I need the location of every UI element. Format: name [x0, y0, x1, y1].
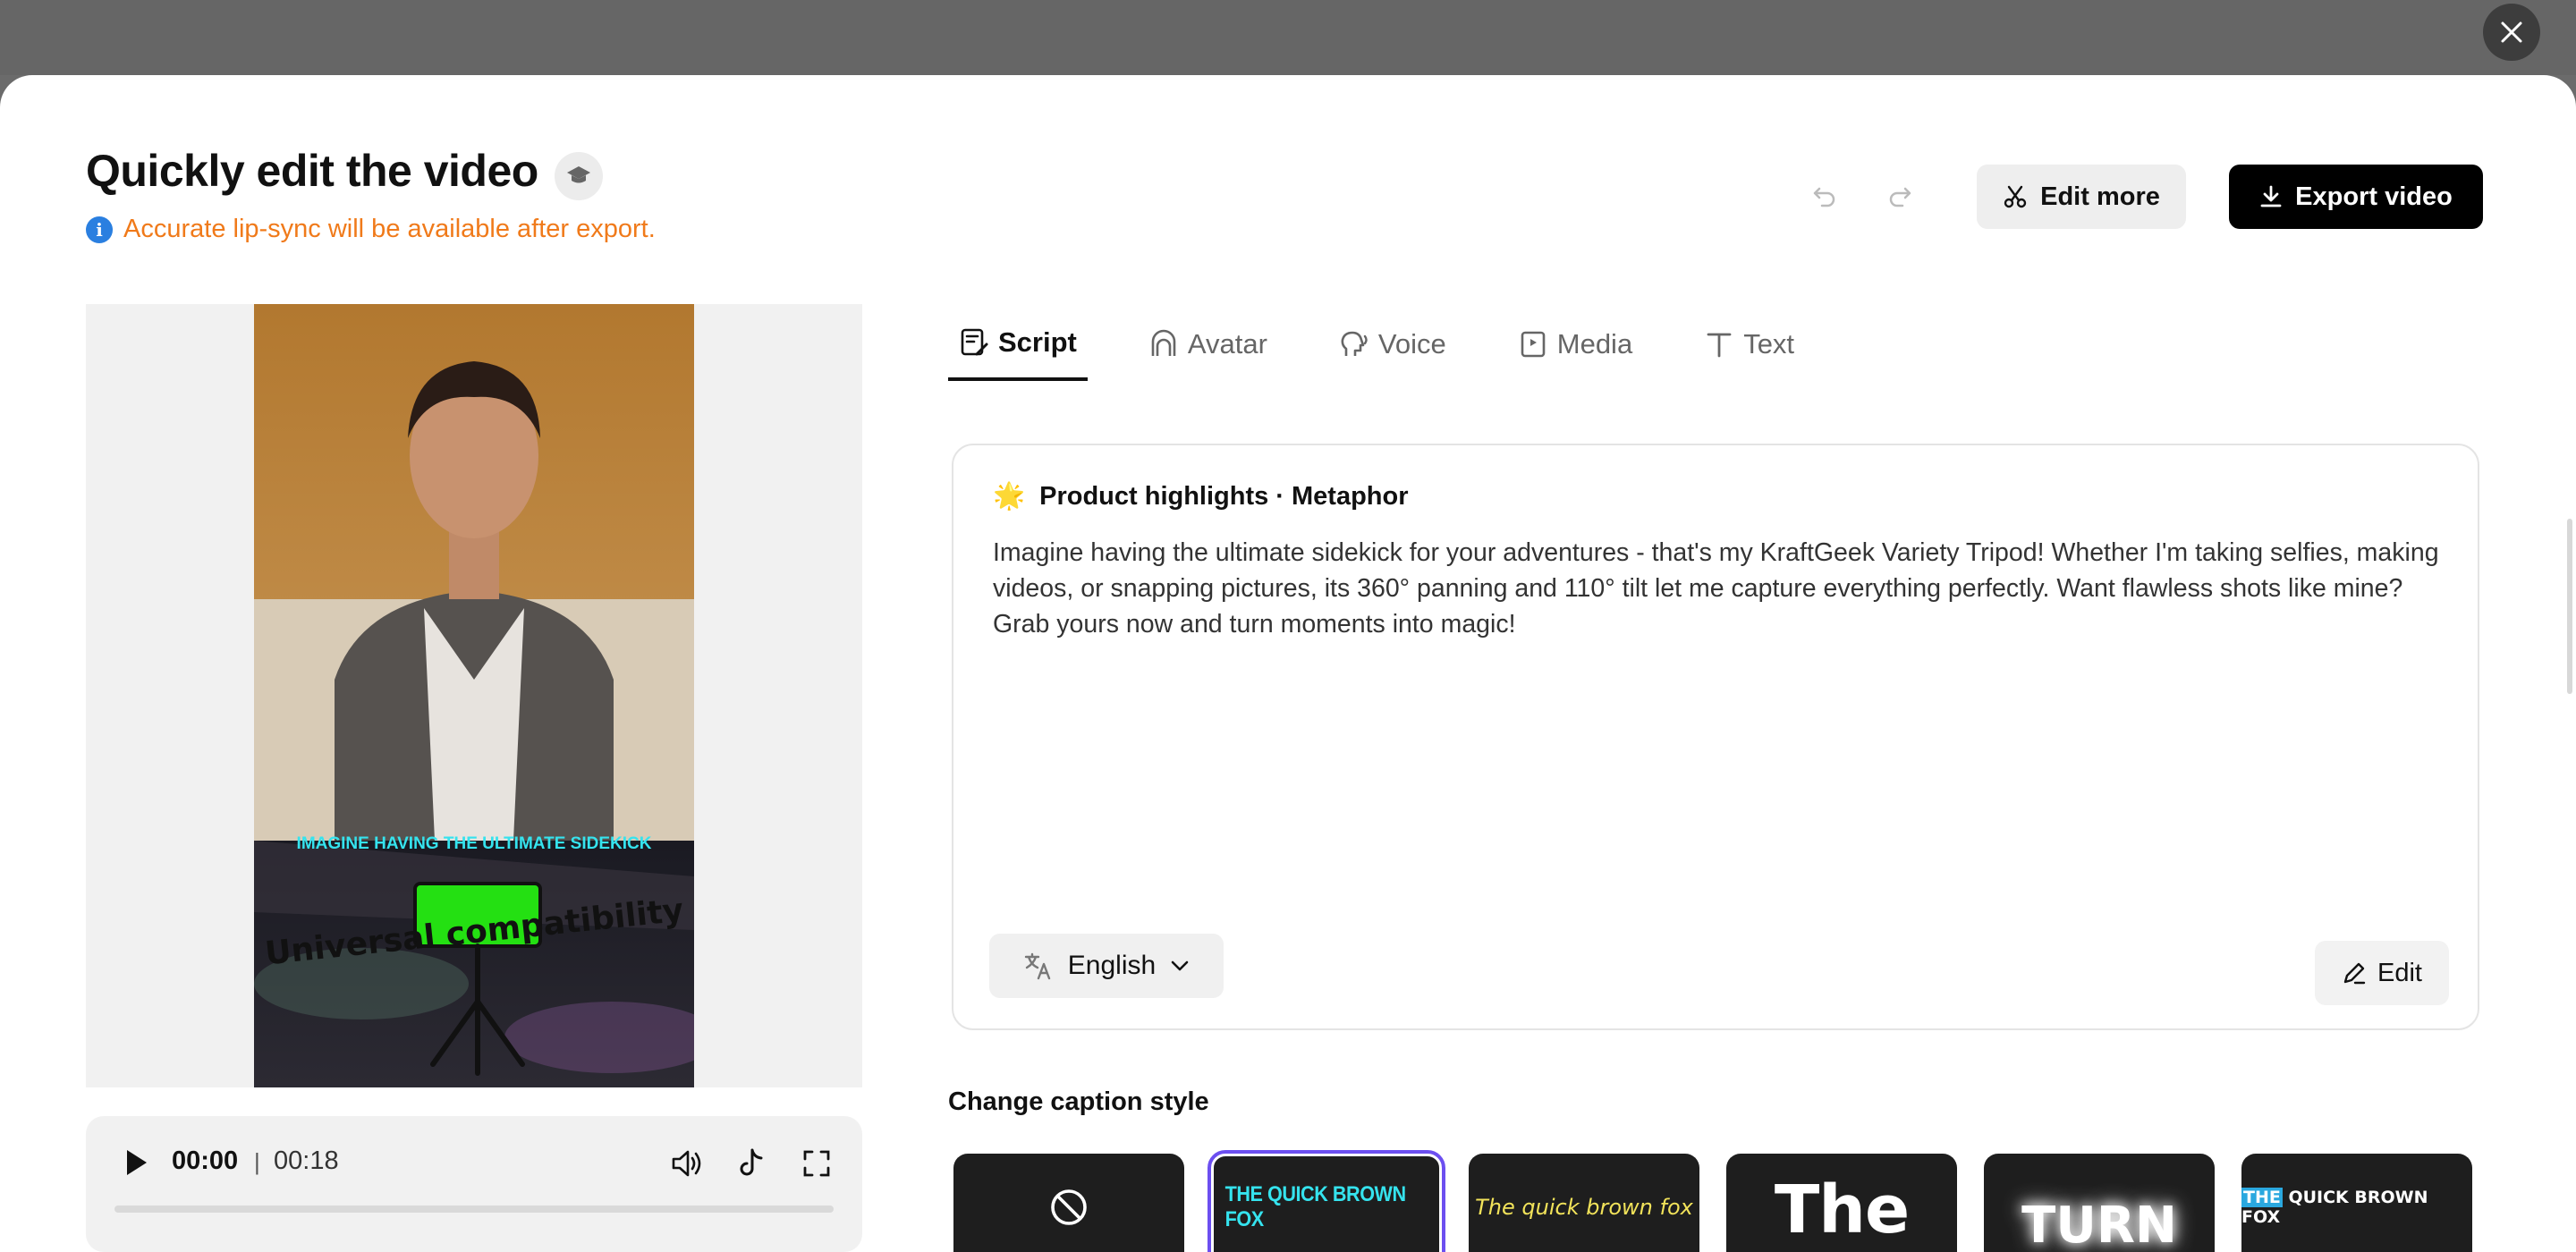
edit-more-button[interactable]: Edit more	[1977, 165, 2186, 229]
tab-label: Avatar	[1187, 328, 1267, 360]
tab-script[interactable]: Script	[948, 308, 1088, 381]
close-button[interactable]	[2483, 4, 2540, 61]
scissors-icon	[2004, 185, 2027, 208]
undo-icon	[1813, 187, 1835, 207]
redo-button[interactable]	[1880, 177, 1919, 216]
sparkle-emoji: 🌟	[993, 482, 1026, 511]
tab-label: Script	[998, 326, 1077, 358]
caption-overlay: IMAGINE HAVING THE ULTIMATE SIDEKICK	[297, 834, 652, 853]
caption-style-5[interactable]: THE QUICK BROWN FOX	[2241, 1154, 2472, 1252]
text-icon	[1707, 333, 1732, 358]
caption-sample: The quick brown fox	[1475, 1195, 1693, 1220]
caption-style-4[interactable]: TURN	[1984, 1154, 2215, 1252]
tiktok-icon	[740, 1148, 763, 1176]
current-time: 00:00	[172, 1146, 239, 1175]
total-time: 00:18	[274, 1146, 339, 1175]
undo-button[interactable]	[1805, 177, 1844, 216]
script-heading: Product highlights · Metaphor	[1039, 481, 1409, 511]
tab-label: Text	[1743, 328, 1795, 360]
avatar-icon	[1151, 329, 1176, 356]
edit-label: Edit	[2377, 958, 2422, 987]
close-icon	[2501, 21, 2522, 43]
script-body: Imagine having the ultimate sidekick for…	[993, 538, 2439, 639]
edit-script-button[interactable]: Edit	[2315, 941, 2449, 1005]
lip-sync-notice: i Accurate lip-sync will be available af…	[86, 215, 656, 244]
tab-voice[interactable]: Voice	[1328, 308, 1457, 381]
edit-more-label: Edit more	[2040, 182, 2160, 211]
redo-icon	[1889, 187, 1911, 207]
volume-button[interactable]	[667, 1143, 708, 1184]
caption-highlight: THE	[2241, 1188, 2283, 1207]
chevron-down-icon	[1171, 960, 1189, 971]
tutorial-button[interactable]	[555, 152, 603, 200]
translate-icon	[1024, 952, 1050, 980]
tab-media[interactable]: Media	[1507, 308, 1643, 381]
player-controls: 00:00 | 00:18	[86, 1116, 862, 1252]
tiktok-preview-button[interactable]	[732, 1143, 773, 1184]
info-icon: i	[86, 216, 113, 243]
editor-tabs: Script Avatar Voice Media Text	[948, 308, 1855, 388]
caption-style-list: THE QUICK BROWN FOX The quick brown fox …	[953, 1150, 2472, 1252]
media-icon	[1521, 331, 1546, 358]
caption-style-1[interactable]: THE QUICK BROWN FOX	[1208, 1150, 1445, 1252]
tab-avatar[interactable]: Avatar	[1138, 308, 1278, 381]
export-video-button[interactable]: Export video	[2229, 165, 2483, 229]
video-preview: IMAGINE HAVING THE ULTIMATE SIDEKICK Uni…	[86, 304, 862, 1087]
graduation-cap-icon	[567, 166, 590, 183]
caption-sample: THE QUICK BROWN FOX	[2241, 1188, 2472, 1227]
caption-sample: TURN	[2021, 1196, 2177, 1252]
script-icon	[961, 328, 988, 356]
tab-label: Media	[1556, 328, 1633, 360]
video-thumbnail: IMAGINE HAVING THE ULTIMATE SIDEKICK Uni…	[254, 304, 694, 1087]
language-label: English	[1067, 951, 1157, 980]
caption-style-none[interactable]	[953, 1154, 1184, 1252]
play-button[interactable]	[116, 1143, 156, 1182]
caption-sample: The	[1774, 1172, 1910, 1248]
caption-sample: THE QUICK BROWN FOX	[1224, 1182, 1406, 1231]
video-frame[interactable]: IMAGINE HAVING THE ULTIMATE SIDEKICK Uni…	[254, 304, 694, 1087]
backdrop	[0, 0, 2576, 75]
notice-text: Accurate lip-sync will be available afte…	[123, 215, 656, 243]
fullscreen-button[interactable]	[796, 1143, 837, 1184]
caption-style-3[interactable]: The	[1726, 1154, 1957, 1252]
caption-style-2[interactable]: The quick brown fox	[1469, 1154, 1699, 1252]
progress-bar[interactable]	[114, 1205, 834, 1213]
voice-icon	[1341, 331, 1368, 356]
script-header: 🌟 Product highlights · Metaphor	[993, 481, 1409, 512]
download-icon	[2260, 185, 2282, 207]
scrollbar[interactable]	[2567, 519, 2572, 694]
tab-label: Voice	[1377, 328, 1446, 360]
caption-section-title: Change caption style	[948, 1087, 1209, 1116]
tab-text[interactable]: Text	[1693, 308, 1805, 381]
fullscreen-icon	[803, 1150, 830, 1177]
language-select[interactable]: English	[989, 934, 1224, 998]
no-caption-icon	[1051, 1189, 1087, 1225]
quick-edit-modal: Quickly edit the video i Accurate lip-sy…	[0, 75, 2576, 1252]
time-separator: |	[254, 1148, 260, 1175]
export-label: Export video	[2295, 182, 2453, 211]
page-title: Quickly edit the video	[86, 146, 538, 196]
pencil-icon	[2343, 962, 2366, 985]
script-card: 🌟 Product highlights · Metaphor Imagine …	[952, 444, 2479, 1030]
volume-icon	[672, 1150, 701, 1177]
play-icon	[127, 1150, 147, 1175]
